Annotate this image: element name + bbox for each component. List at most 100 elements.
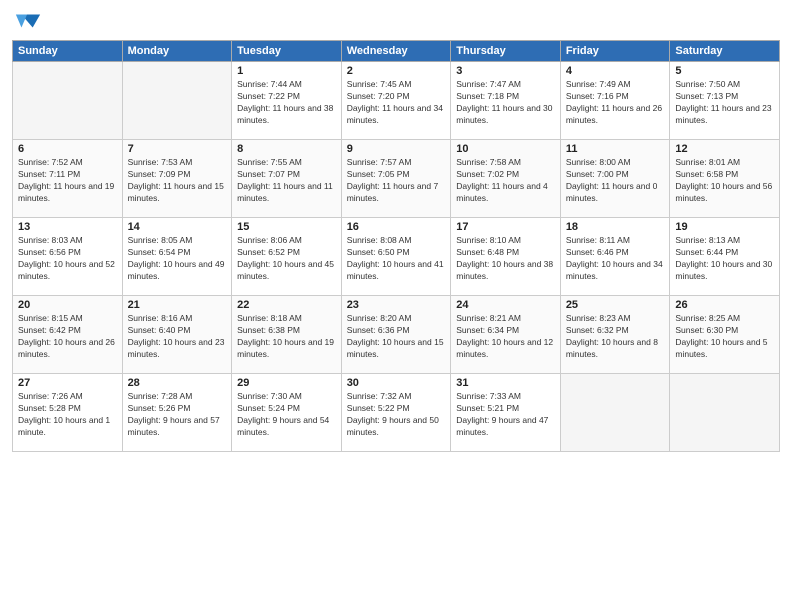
calendar-cell: 17 Sunrise: 8:10 AM Sunset: 6:48 PM Dayli… — [451, 218, 561, 296]
weekday-header-sunday: Sunday — [13, 41, 123, 62]
calendar-cell: 6 Sunrise: 7:52 AM Sunset: 7:11 PM Daylig… — [13, 140, 123, 218]
weekday-header-tuesday: Tuesday — [232, 41, 342, 62]
day-info: Sunrise: 8:16 AM Sunset: 6:40 PM Dayligh… — [128, 313, 227, 361]
day-number: 3 — [456, 65, 555, 77]
day-info: Sunrise: 7:47 AM Sunset: 7:18 PM Dayligh… — [456, 79, 555, 127]
day-info: Sunrise: 7:49 AM Sunset: 7:16 PM Dayligh… — [566, 79, 665, 127]
weekday-header-thursday: Thursday — [451, 41, 561, 62]
weekday-header-friday: Friday — [560, 41, 670, 62]
calendar-cell: 26 Sunrise: 8:25 AM Sunset: 6:30 PM Dayli… — [670, 296, 780, 374]
calendar-cell — [560, 374, 670, 452]
weekday-header-wednesday: Wednesday — [341, 41, 451, 62]
calendar-cell: 18 Sunrise: 8:11 AM Sunset: 6:46 PM Dayli… — [560, 218, 670, 296]
day-info: Sunrise: 7:45 AM Sunset: 7:20 PM Dayligh… — [347, 79, 446, 127]
day-number: 27 — [18, 377, 117, 389]
day-info: Sunrise: 8:03 AM Sunset: 6:56 PM Dayligh… — [18, 235, 117, 283]
calendar-cell: 1 Sunrise: 7:44 AM Sunset: 7:22 PM Daylig… — [232, 62, 342, 140]
day-number: 12 — [675, 143, 774, 155]
day-info: Sunrise: 8:21 AM Sunset: 6:34 PM Dayligh… — [456, 313, 555, 361]
logo-icon — [14, 10, 42, 32]
day-number: 19 — [675, 221, 774, 233]
day-number: 17 — [456, 221, 555, 233]
day-info: Sunrise: 7:50 AM Sunset: 7:13 PM Dayligh… — [675, 79, 774, 127]
calendar-cell: 31Sunrise: 7:33 AM Sunset: 5:21 PM Dayli… — [451, 374, 561, 452]
day-number: 4 — [566, 65, 665, 77]
day-number: 30 — [347, 377, 446, 389]
day-number: 31 — [456, 377, 555, 389]
calendar-cell: 29 Sunrise: 7:30 AM Sunset: 5:24 PM Dayli… — [232, 374, 342, 452]
calendar-cell: 25 Sunrise: 8:23 AM Sunset: 6:32 PM Dayli… — [560, 296, 670, 374]
day-number: 15 — [237, 221, 336, 233]
calendar-cell — [670, 374, 780, 452]
weekday-header-saturday: Saturday — [670, 41, 780, 62]
week-row-5: 27Sunrise: 7:26 AM Sunset: 5:28 PM Dayli… — [13, 374, 780, 452]
weekday-header-row: SundayMondayTuesdayWednesdayThursdayFrid… — [13, 41, 780, 62]
day-number: 6 — [18, 143, 117, 155]
day-number: 5 — [675, 65, 774, 77]
calendar-cell: 24 Sunrise: 8:21 AM Sunset: 6:34 PM Dayli… — [451, 296, 561, 374]
calendar-cell — [122, 62, 232, 140]
calendar-cell: 19 Sunrise: 8:13 AM Sunset: 6:44 PM Dayli… — [670, 218, 780, 296]
day-number: 21 — [128, 299, 227, 311]
day-number: 14 — [128, 221, 227, 233]
page: SundayMondayTuesdayWednesdayThursdayFrid… — [0, 0, 792, 612]
day-info: Sunrise: 8:18 AM Sunset: 6:38 PM Dayligh… — [237, 313, 336, 361]
day-number: 23 — [347, 299, 446, 311]
day-number: 16 — [347, 221, 446, 233]
day-info: Sunrise: 8:20 AM Sunset: 6:36 PM Dayligh… — [347, 313, 446, 361]
day-number: 9 — [347, 143, 446, 155]
day-number: 29 — [237, 377, 336, 389]
day-info: Sunrise: 8:15 AM Sunset: 6:42 PM Dayligh… — [18, 313, 117, 361]
day-info: Sunrise: 8:10 AM Sunset: 6:48 PM Dayligh… — [456, 235, 555, 283]
day-number: 26 — [675, 299, 774, 311]
calendar-cell: 23 Sunrise: 8:20 AM Sunset: 6:36 PM Dayli… — [341, 296, 451, 374]
calendar-cell: 3 Sunrise: 7:47 AM Sunset: 7:18 PM Daylig… — [451, 62, 561, 140]
day-number: 8 — [237, 143, 336, 155]
day-number: 18 — [566, 221, 665, 233]
calendar-cell: 20Sunrise: 8:15 AM Sunset: 6:42 PM Dayli… — [13, 296, 123, 374]
day-info: Sunrise: 8:05 AM Sunset: 6:54 PM Dayligh… — [128, 235, 227, 283]
day-number: 25 — [566, 299, 665, 311]
calendar-cell: 15 Sunrise: 8:06 AM Sunset: 6:52 PM Dayli… — [232, 218, 342, 296]
logo — [12, 10, 42, 32]
day-number: 10 — [456, 143, 555, 155]
day-number: 24 — [456, 299, 555, 311]
day-info: Sunrise: 8:06 AM Sunset: 6:52 PM Dayligh… — [237, 235, 336, 283]
calendar-cell: 27Sunrise: 7:26 AM Sunset: 5:28 PM Dayli… — [13, 374, 123, 452]
week-row-1: 1 Sunrise: 7:44 AM Sunset: 7:22 PM Daylig… — [13, 62, 780, 140]
calendar-cell: 4 Sunrise: 7:49 AM Sunset: 7:16 PM Daylig… — [560, 62, 670, 140]
day-number: 13 — [18, 221, 117, 233]
day-info: Sunrise: 8:25 AM Sunset: 6:30 PM Dayligh… — [675, 313, 774, 361]
calendar-cell: 12 Sunrise: 8:01 AM Sunset: 6:58 PM Dayli… — [670, 140, 780, 218]
calendar-cell: 5 Sunrise: 7:50 AM Sunset: 7:13 PM Daylig… — [670, 62, 780, 140]
day-info: Sunrise: 8:13 AM Sunset: 6:44 PM Dayligh… — [675, 235, 774, 283]
calendar-cell: 2 Sunrise: 7:45 AM Sunset: 7:20 PM Daylig… — [341, 62, 451, 140]
calendar-cell: 21 Sunrise: 8:16 AM Sunset: 6:40 PM Dayli… — [122, 296, 232, 374]
header — [12, 10, 780, 32]
calendar-cell: 30Sunrise: 7:32 AM Sunset: 5:22 PM Dayli… — [341, 374, 451, 452]
day-info: Sunrise: 8:11 AM Sunset: 6:46 PM Dayligh… — [566, 235, 665, 283]
week-row-3: 13 Sunrise: 8:03 AM Sunset: 6:56 PM Dayli… — [13, 218, 780, 296]
day-info: Sunrise: 7:53 AM Sunset: 7:09 PM Dayligh… — [128, 157, 227, 205]
calendar-cell: 8 Sunrise: 7:55 AM Sunset: 7:07 PM Daylig… — [232, 140, 342, 218]
day-info: Sunrise: 7:55 AM Sunset: 7:07 PM Dayligh… — [237, 157, 336, 205]
calendar-cell: 14 Sunrise: 8:05 AM Sunset: 6:54 PM Dayli… — [122, 218, 232, 296]
calendar-cell: 22 Sunrise: 8:18 AM Sunset: 6:38 PM Dayli… — [232, 296, 342, 374]
calendar-table: SundayMondayTuesdayWednesdayThursdayFrid… — [12, 40, 780, 452]
calendar-cell: 28Sunrise: 7:28 AM Sunset: 5:26 PM Dayli… — [122, 374, 232, 452]
calendar-cell: 13 Sunrise: 8:03 AM Sunset: 6:56 PM Dayli… — [13, 218, 123, 296]
day-info: Sunrise: 8:01 AM Sunset: 6:58 PM Dayligh… — [675, 157, 774, 205]
day-number: 1 — [237, 65, 336, 77]
day-info: Sunrise: 8:00 AM Sunset: 7:00 PM Dayligh… — [566, 157, 665, 205]
day-number: 2 — [347, 65, 446, 77]
day-number: 22 — [237, 299, 336, 311]
day-info: Sunrise: 7:44 AM Sunset: 7:22 PM Dayligh… — [237, 79, 336, 127]
day-info: Sunrise: 7:30 AM Sunset: 5:24 PM Dayligh… — [237, 391, 336, 439]
day-info: Sunrise: 8:23 AM Sunset: 6:32 PM Dayligh… — [566, 313, 665, 361]
calendar-cell: 11Sunrise: 8:00 AM Sunset: 7:00 PM Dayli… — [560, 140, 670, 218]
calendar-cell: 9 Sunrise: 7:57 AM Sunset: 7:05 PM Daylig… — [341, 140, 451, 218]
day-number: 28 — [128, 377, 227, 389]
week-row-2: 6 Sunrise: 7:52 AM Sunset: 7:11 PM Daylig… — [13, 140, 780, 218]
day-info: Sunrise: 7:52 AM Sunset: 7:11 PM Dayligh… — [18, 157, 117, 205]
day-info: Sunrise: 7:57 AM Sunset: 7:05 PM Dayligh… — [347, 157, 446, 205]
